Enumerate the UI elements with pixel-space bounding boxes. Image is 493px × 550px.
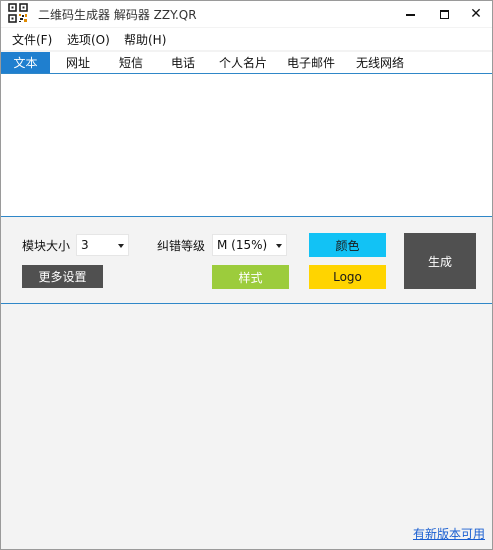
chevron-down-icon: [118, 244, 124, 248]
settings-panel: 模块大小 3 纠错等级 M (15%) 颜色 生成 更多设置 样式 Logo: [1, 218, 492, 304]
generate-button[interactable]: 生成: [404, 233, 476, 289]
chevron-down-icon: [276, 244, 282, 248]
minimize-icon: [405, 14, 415, 16]
close-icon: ✕: [470, 6, 482, 22]
module-size-value: 3: [81, 238, 89, 252]
tab-phone[interactable]: 电话: [159, 52, 207, 73]
qr-output-area: 有新版本可用: [1, 305, 492, 549]
tab-email[interactable]: 电子邮件: [280, 52, 342, 73]
menu-options[interactable]: 选项(O): [67, 31, 110, 48]
maximize-icon: [439, 9, 449, 19]
update-available-link[interactable]: 有新版本可用: [413, 525, 485, 542]
tab-business-card[interactable]: 个人名片: [212, 52, 274, 73]
error-level-label: 纠错等级: [157, 239, 206, 253]
app-window: 二维码生成器 解码器 ZZY.QR ✕ 文件(F) 选项(O) 帮助(H) 文本…: [0, 0, 493, 550]
tab-text[interactable]: 文本: [1, 52, 50, 73]
minimize-button[interactable]: [393, 1, 427, 27]
qr-code-icon: [8, 3, 28, 23]
error-level-select[interactable]: M (15%): [212, 234, 287, 256]
window-title: 二维码生成器 解码器 ZZY.QR: [38, 8, 197, 22]
tab-bar: 文本 网址 短信 电话 个人名片 电子邮件 无线网络: [1, 52, 492, 74]
logo-button[interactable]: Logo: [309, 265, 386, 289]
module-size-select[interactable]: 3: [76, 234, 129, 256]
tab-sms[interactable]: 短信: [107, 52, 155, 73]
menu-help[interactable]: 帮助(H): [124, 31, 166, 48]
close-button[interactable]: ✕: [459, 1, 493, 27]
more-settings-button[interactable]: 更多设置: [22, 265, 103, 288]
maximize-button[interactable]: [427, 1, 461, 27]
tab-url[interactable]: 网址: [54, 52, 102, 73]
color-button[interactable]: 颜色: [309, 233, 386, 257]
error-level-value: M (15%): [217, 238, 268, 252]
menu-bar: 文件(F) 选项(O) 帮助(H): [1, 28, 492, 50]
module-size-label: 模块大小: [22, 239, 71, 253]
tab-wifi[interactable]: 无线网络: [348, 52, 412, 73]
style-button[interactable]: 样式: [212, 265, 289, 289]
text-input-area[interactable]: [1, 74, 492, 217]
menu-file[interactable]: 文件(F): [12, 31, 52, 48]
title-bar[interactable]: 二维码生成器 解码器 ZZY.QR ✕: [1, 1, 492, 27]
